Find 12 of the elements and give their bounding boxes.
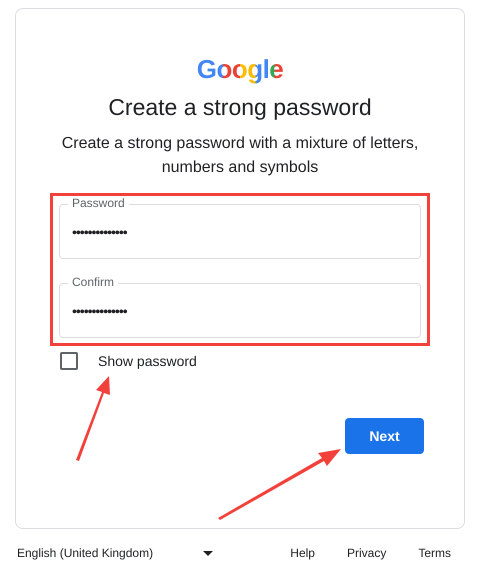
checkbox[interactable]	[60, 352, 78, 370]
footer-link[interactable]: Privacy	[346, 546, 386, 560]
caret-icon[interactable]	[203, 550, 214, 556]
footer-link[interactable]: Terms	[418, 546, 451, 560]
next-button[interactable]: Next	[345, 418, 424, 454]
footer-link[interactable]: Help	[290, 546, 315, 560]
page-title: Create a strong password	[108, 93, 372, 122]
checkbox-label[interactable]: Show password	[98, 353, 197, 369]
language-selector[interactable]: English (United Kingdom)	[17, 546, 154, 560]
field-label: Password	[68, 196, 129, 210]
field-label: Confirm	[68, 275, 118, 289]
subtitle: Create a strong password with a mixture of letters, numbers and symbols	[60, 134, 420, 178]
